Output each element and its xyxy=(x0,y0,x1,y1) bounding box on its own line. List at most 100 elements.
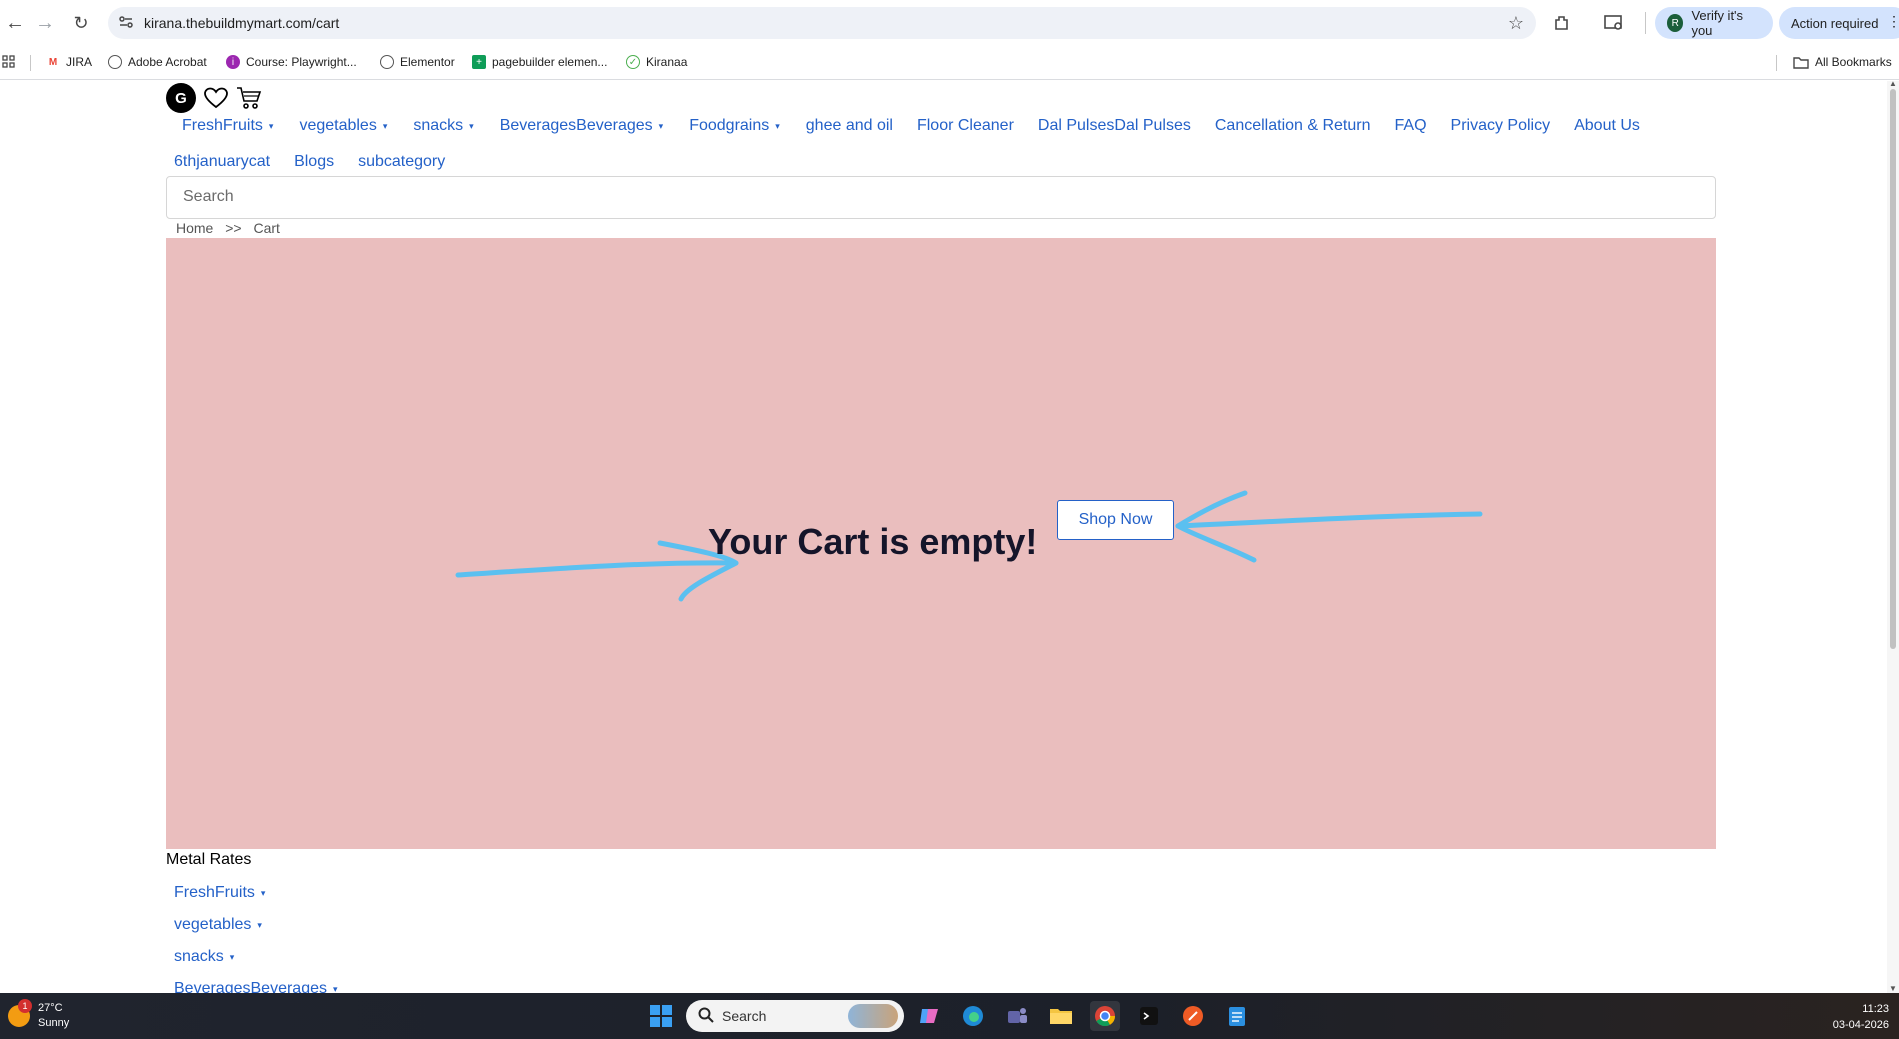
breadcrumb-current: Cart xyxy=(253,220,280,236)
menu-item-faq[interactable]: FAQ xyxy=(1395,115,1427,137)
bookmark-kiranaa[interactable]: ✓ Kiranaa xyxy=(626,55,687,69)
system-clock[interactable]: 11:23 03-04-2026 xyxy=(1833,1001,1889,1033)
cart-icon[interactable] xyxy=(236,86,262,110)
copilot-icon[interactable] xyxy=(914,1001,944,1031)
chevron-down-icon: ▾ xyxy=(775,120,780,131)
menu-item-vegetables[interactable]: vegetables ▾ xyxy=(299,115,387,137)
menu-item-freshfruits[interactable]: FreshFruits ▾ xyxy=(182,115,273,137)
menu-item-subcategory[interactable]: subcategory xyxy=(358,151,445,173)
arrow-right-annotation xyxy=(1175,511,1483,529)
arrow-left-annotation xyxy=(455,560,739,578)
globe-icon xyxy=(380,55,394,69)
action-label: Action required xyxy=(1791,15,1879,31)
footer-link-snacks[interactable]: snacks ▾ xyxy=(174,941,338,973)
weather-condition: Sunny xyxy=(38,1017,70,1029)
chevron-down-icon: ▾ xyxy=(658,120,664,131)
sun-icon: 1 xyxy=(8,999,32,1027)
metal-rates-heading: Metal Rates xyxy=(166,851,252,868)
gmail-icon: M xyxy=(48,56,58,68)
verify-profile-button[interactable]: R Verify it's you xyxy=(1655,7,1773,39)
back-icon[interactable]: ← xyxy=(0,8,30,38)
shop-now-button[interactable]: Shop Now xyxy=(1057,500,1174,540)
menu-item-cancellation-return[interactable]: Cancellation & Return xyxy=(1215,115,1371,137)
sheets-icon: + xyxy=(472,55,486,69)
chevron-down-icon: ▾ xyxy=(229,951,235,962)
scrollbar-thumb[interactable] xyxy=(1890,89,1896,649)
menu-item-ghee-and-oil[interactable]: ghee and oil xyxy=(806,115,893,137)
clock-date: 03-04-2026 xyxy=(1832,1019,1889,1031)
teams-icon[interactable] xyxy=(1002,1001,1032,1031)
bookmark-jira[interactable]: M JIRA xyxy=(46,55,92,69)
menu-item-about-us[interactable]: About Us xyxy=(1574,115,1640,137)
scroll-up-icon[interactable]: ▲ xyxy=(1889,81,1897,88)
wishlist-heart-icon[interactable] xyxy=(204,87,228,109)
temperature: 27°C xyxy=(38,1002,63,1014)
user-avatar[interactable]: G xyxy=(166,83,196,113)
chevron-down-icon: ▾ xyxy=(332,983,338,994)
footer-link-beverages[interactable]: BeveragesBeverages ▾ xyxy=(174,973,338,993)
bookmark-adobe-acrobat[interactable]: Adobe Acrobat xyxy=(108,55,207,69)
windows-taskbar: 1 27°C Sunny Search 11:23 03-04-2026 xyxy=(0,993,1899,1039)
breadcrumb-separator: >> xyxy=(225,220,242,236)
breadcrumb-home[interactable]: Home xyxy=(176,220,213,236)
scroll-down-icon[interactable]: ▼ xyxy=(1889,984,1897,993)
toolbar-divider xyxy=(1645,12,1646,34)
extensions-icon[interactable] xyxy=(1548,9,1576,37)
reload-icon[interactable]: ↻ xyxy=(66,8,96,38)
page-viewport: G FreshFruits ▾ vegetables ▾ snacks ▾ Bever… xyxy=(0,81,1899,993)
weather-badge: 1 xyxy=(18,999,32,1013)
all-bookmarks-button[interactable]: All Bookmarks xyxy=(1793,55,1892,69)
clock-time: 11:23 xyxy=(1862,1003,1889,1015)
folder-icon xyxy=(1793,56,1809,69)
search-icon xyxy=(698,1007,714,1026)
menu-row-2: 6thjanuarycat Blogs subcategory xyxy=(174,151,445,173)
bookmark-elementor[interactable]: Elementor xyxy=(380,55,455,69)
menu-item-6thjanuarycat[interactable]: 6thjanuarycat xyxy=(174,151,270,173)
empty-cart-message: Your Cart is empty! xyxy=(708,521,1038,562)
menu-item-blogs[interactable]: Blogs xyxy=(294,151,334,173)
chevron-down-icon: ▾ xyxy=(260,887,266,898)
menu-item-foodgrains[interactable]: Foodgrains ▾ xyxy=(689,115,780,137)
chevron-down-icon: ▾ xyxy=(257,919,262,930)
chevron-down-icon: ▾ xyxy=(382,120,388,131)
cast-search-icon[interactable] xyxy=(1600,9,1628,37)
menu-item-beverages[interactable]: BeveragesBeverages ▾ xyxy=(500,115,664,137)
bookmarks-divider xyxy=(30,55,31,71)
postman-icon[interactable] xyxy=(1178,1001,1208,1031)
menu-item-dal-pulses[interactable]: Dal PulsesDal Pulses xyxy=(1038,115,1191,137)
search-highlight-image xyxy=(848,1004,898,1028)
forward-icon[interactable]: → xyxy=(30,8,60,38)
footer-link-freshfruits[interactable]: FreshFruits ▾ xyxy=(174,877,338,909)
notepad-icon[interactable] xyxy=(1222,1001,1252,1031)
menu-item-privacy-policy[interactable]: Privacy Policy xyxy=(1451,115,1551,137)
apps-grid-icon[interactable] xyxy=(2,55,16,69)
footer-link-vegetables[interactable]: vegetables ▾ xyxy=(174,909,338,941)
file-explorer-icon[interactable] xyxy=(1046,1001,1076,1031)
browser-toolbar: ← → ↻ kirana.thebuildmymart.com/cart ☆ R… xyxy=(0,0,1899,46)
menu-item-floor-cleaner[interactable]: Floor Cleaner xyxy=(917,115,1014,137)
menu-row-1: FreshFruits ▾ vegetables ▾ snacks ▾ Beverag… xyxy=(182,115,1640,137)
weather-widget[interactable]: 1 27°C Sunny xyxy=(8,999,70,1031)
chrome-icon[interactable] xyxy=(1090,1001,1120,1031)
page-scrollbar[interactable]: ▲ ▼ xyxy=(1887,81,1899,993)
breadcrumb: Home >> Cart xyxy=(176,220,280,236)
menu-item-snacks[interactable]: snacks ▾ xyxy=(413,115,473,137)
bookmarks-bar: M JIRA Adobe Acrobat i Course: Playwrigh… xyxy=(0,46,1899,80)
bookmarks-divider xyxy=(1776,55,1777,71)
terminal-app-icon[interactable] xyxy=(1134,1001,1164,1031)
chevron-down-icon: ▾ xyxy=(469,120,474,131)
windows-start-icon[interactable] xyxy=(646,1001,676,1031)
taskbar-search[interactable]: Search xyxy=(686,1000,904,1032)
action-required-button[interactable]: Action required ⋮ xyxy=(1779,7,1899,39)
site-info-icon[interactable] xyxy=(118,14,134,35)
bookmark-course-playwright[interactable]: i Course: Playwright... xyxy=(226,55,357,69)
address-bar[interactable]: kirana.thebuildmymart.com/cart ☆ xyxy=(108,7,1536,39)
search-input[interactable]: Search xyxy=(166,176,1716,219)
edge-browser-icon[interactable] xyxy=(958,1001,988,1031)
profile-avatar: R xyxy=(1667,14,1684,32)
more-menu-icon[interactable]: ⋮ xyxy=(1887,13,1899,30)
course-icon: i xyxy=(226,55,240,69)
bookmark-pagebuilder[interactable]: + pagebuilder elemen... xyxy=(472,55,607,69)
check-icon: ✓ xyxy=(626,55,640,69)
bookmark-star-icon[interactable]: ☆ xyxy=(1508,13,1524,34)
